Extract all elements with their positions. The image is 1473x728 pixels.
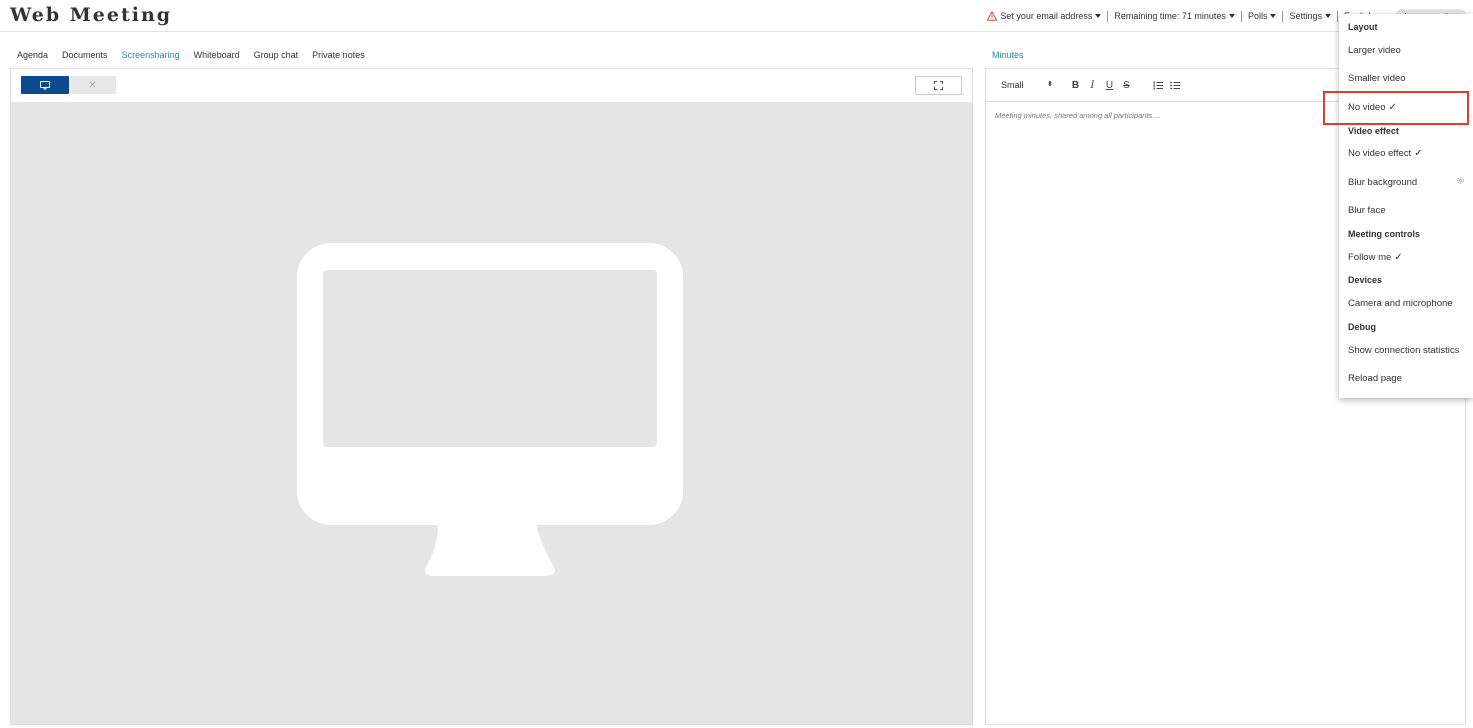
font-size-value: Small	[1001, 80, 1024, 90]
menu-item-blur-face[interactable]: Blur face	[1348, 205, 1386, 216]
meeting-controls-header: Meeting controls	[1348, 229, 1421, 239]
fullscreen-icon	[934, 81, 943, 90]
layout-header: Layout	[1348, 22, 1378, 32]
settings-label: Settings	[1289, 11, 1322, 21]
remaining-time-label: Remaining time: 71 minutes	[1114, 11, 1226, 21]
select-arrows-icon: ⬍	[1047, 81, 1053, 88]
menu-item-larger-video[interactable]: Larger video	[1348, 45, 1401, 56]
menu-item-smaller-video[interactable]: Smaller video	[1348, 73, 1406, 84]
screenshare-viewport	[11, 102, 972, 724]
chevron-down-icon	[1228, 14, 1235, 18]
menu-item-label: Blur face	[1348, 205, 1386, 216]
chevron-down-icon	[1095, 14, 1102, 18]
screensharing-panel: ✕	[10, 68, 973, 725]
menu-item-label: Smaller video	[1348, 73, 1406, 84]
gear-icon[interactable]	[1456, 176, 1465, 185]
menu-item-label: Camera and microphone	[1348, 298, 1453, 309]
strikethrough-button[interactable]: S	[1118, 77, 1135, 93]
chevron-down-icon	[1324, 14, 1331, 18]
email-menu[interactable]: Set your email address	[981, 11, 1107, 21]
warning-icon	[987, 11, 998, 21]
menu-item-label: Blur background	[1348, 177, 1418, 188]
font-size-select[interactable]: Small ⬍	[1001, 80, 1053, 90]
close-icon: ✕	[88, 79, 97, 91]
video-effect-header: Video effect	[1348, 126, 1399, 136]
menu-item-label: Reload page	[1348, 373, 1402, 384]
bullet-list-icon	[1169, 81, 1180, 89]
text-format-group: B I U S	[1067, 77, 1135, 93]
bold-button[interactable]: B	[1067, 77, 1084, 93]
menu-item-show-connection-statistics[interactable]: Show connection statistics	[1348, 345, 1459, 356]
bold-icon: B	[1071, 79, 1080, 91]
menu-item-blur-background[interactable]: Blur background	[1348, 177, 1417, 188]
monitor-placeholder-icon	[297, 243, 683, 576]
devices-header: Devices	[1348, 275, 1383, 285]
menu-item-camera-microphone[interactable]: Camera and microphone	[1348, 298, 1453, 309]
polls-menu[interactable]: Polls	[1242, 11, 1283, 21]
minutes-editor[interactable]: Meeting minutes, shared among all partic…	[995, 111, 1161, 120]
checkmark-icon: ✓	[1394, 252, 1403, 263]
underline-button[interactable]: U	[1101, 77, 1118, 93]
underline-icon: U	[1105, 79, 1114, 91]
share-screen-button[interactable]	[21, 76, 69, 94]
stop-sharing-button[interactable]: ✕	[69, 76, 116, 94]
bullet-list-button[interactable]	[1166, 77, 1183, 93]
screenshare-toolbar: ✕	[11, 69, 972, 102]
menu-item-follow-me[interactable]: Follow me ✓	[1348, 252, 1403, 263]
monitor-icon	[40, 80, 50, 89]
settings-dropdown-menu: Layout Larger video Smaller video No vid…	[1339, 14, 1473, 398]
polls-label: Polls	[1247, 11, 1268, 21]
checkmark-icon: ✓	[1414, 148, 1423, 159]
menu-item-label: Larger video	[1348, 45, 1401, 56]
ordered-list-button[interactable]	[1149, 77, 1166, 93]
menu-item-label: No video effect	[1348, 148, 1412, 159]
debug-header: Debug	[1348, 322, 1376, 332]
chevron-down-icon	[1270, 14, 1277, 18]
settings-menu[interactable]: Settings	[1283, 11, 1337, 21]
email-menu-label: Set your email address	[1000, 11, 1093, 21]
italic-button[interactable]: I	[1084, 77, 1101, 93]
selection-highlight	[1323, 91, 1469, 125]
remaining-time-menu[interactable]: Remaining time: 71 minutes	[1108, 11, 1241, 21]
fullscreen-button[interactable]	[915, 76, 962, 95]
menu-item-label: Follow me	[1348, 252, 1392, 263]
list-format-group	[1149, 77, 1183, 93]
menu-item-no-video-effect[interactable]: No video effect ✓	[1348, 148, 1423, 159]
top-bar: Web Meeting Set your email address Remai…	[0, 0, 1473, 32]
ordered-list-icon	[1153, 81, 1163, 89]
strikethrough-icon: S	[1123, 79, 1130, 91]
menu-item-label: Show connection statistics	[1348, 345, 1460, 356]
italic-icon: I	[1090, 79, 1095, 91]
app-logo: Web Meeting	[10, 4, 173, 26]
menu-item-reload-page[interactable]: Reload page	[1348, 373, 1402, 384]
